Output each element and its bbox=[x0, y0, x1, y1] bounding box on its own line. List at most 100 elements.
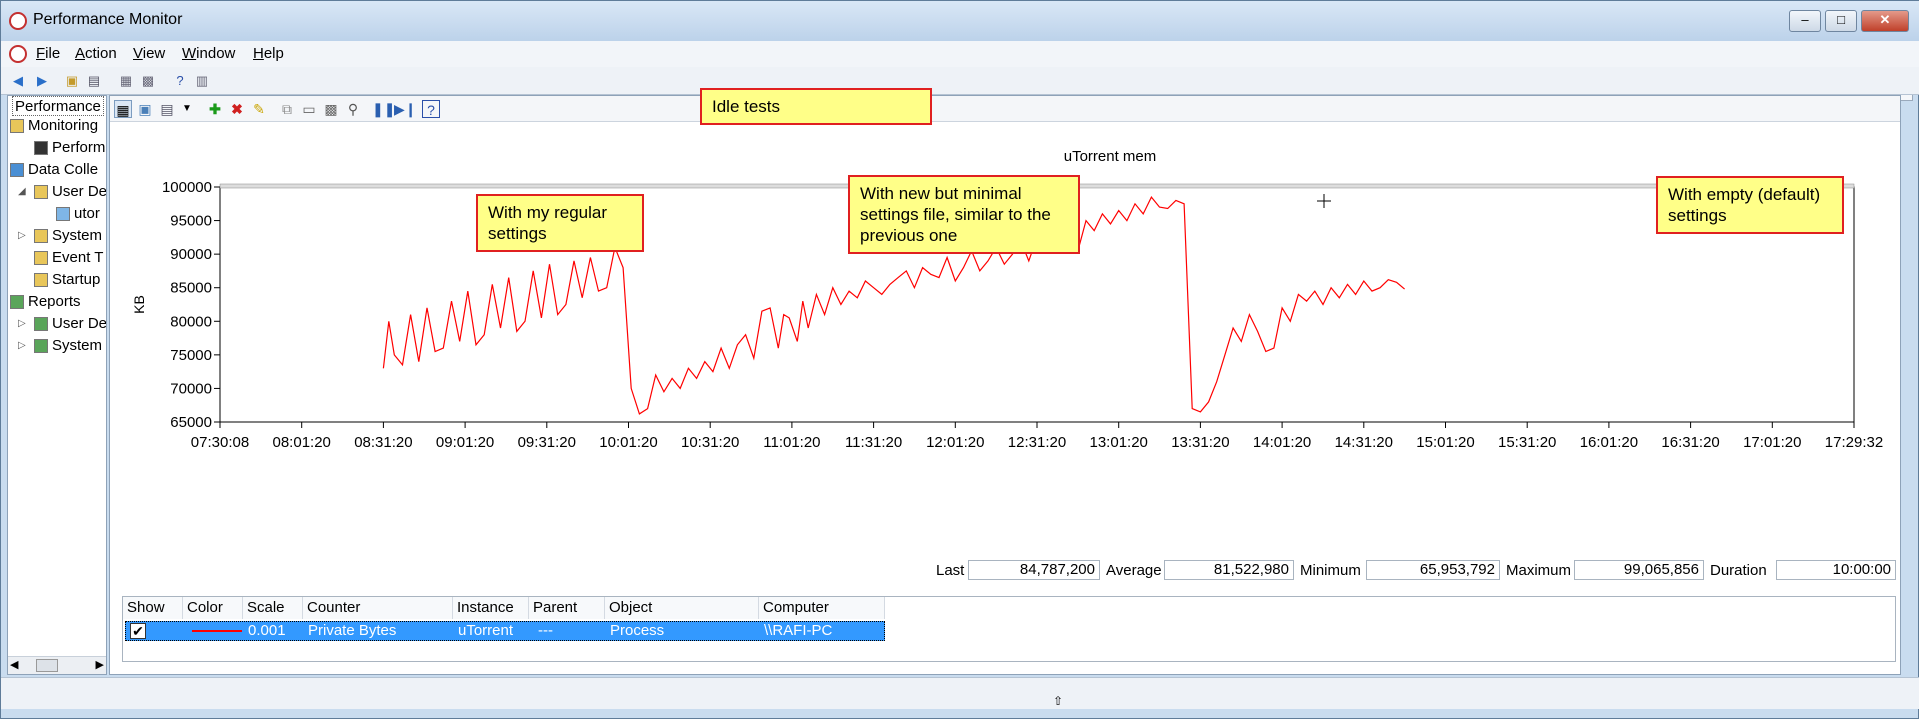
chart-title: uTorrent mem bbox=[1063, 148, 1157, 165]
regular-settings-annotation: With my regular settings bbox=[476, 194, 644, 252]
tree-item-utorrent-set[interactable]: utor bbox=[56, 204, 100, 224]
perfmon-app-icon bbox=[9, 12, 27, 30]
expand-reports-user-defined-icon[interactable]: ▷ bbox=[18, 318, 26, 329]
show-hide-action-pane-icon[interactable]: ▥ bbox=[193, 72, 211, 90]
tree-item-event-trace-sessions[interactable]: Event T bbox=[34, 248, 103, 268]
system-menu-icon[interactable] bbox=[9, 45, 27, 63]
startup-trace-icon bbox=[34, 273, 48, 288]
y-tick-label: 100000 bbox=[162, 179, 212, 196]
legend-header-parent[interactable]: Parent bbox=[529, 597, 605, 619]
stat-last-label: Last bbox=[936, 562, 965, 579]
report-system-icon bbox=[34, 339, 48, 354]
counter-object: Process bbox=[610, 622, 665, 639]
x-tick-label: 14:31:20 bbox=[1335, 434, 1393, 451]
tree-item-performance-monitor[interactable]: Perform bbox=[34, 138, 105, 158]
stat-maximum-value: 99,065,856 bbox=[1574, 560, 1704, 580]
counter-computer: \\RAFI-PC bbox=[764, 622, 833, 639]
x-tick-label: 09:01:20 bbox=[436, 434, 494, 451]
y-tick-label: 90000 bbox=[170, 246, 212, 263]
x-tick-label: 07:30:08 bbox=[191, 434, 249, 451]
collapse-user-defined-icon[interactable]: ◢ bbox=[18, 186, 26, 197]
show-hide-tree-icon[interactable]: ▤ bbox=[85, 72, 103, 90]
tree-item-monitoring-tools[interactable]: Monitoring bbox=[10, 116, 98, 136]
menu-window[interactable]: Window bbox=[182, 45, 235, 62]
menu-help[interactable]: Help bbox=[253, 45, 284, 62]
help-icon[interactable]: ? bbox=[171, 72, 189, 90]
x-tick-label: 15:01:20 bbox=[1416, 434, 1474, 451]
x-tick-label: 10:31:20 bbox=[681, 434, 739, 451]
y-axis-label: KB bbox=[131, 295, 147, 314]
tree-item-startup-event-trace[interactable]: Startup bbox=[34, 270, 100, 290]
stat-duration-label: Duration bbox=[1710, 562, 1767, 579]
counter-name: Private Bytes bbox=[308, 622, 397, 639]
stat-minimum-label: Minimum bbox=[1300, 562, 1361, 579]
forward-arrow-icon[interactable]: ▶ bbox=[33, 72, 51, 90]
navigation-tree: Performance Monitoring Perform Data Coll… bbox=[7, 95, 107, 675]
stat-maximum-label: Maximum bbox=[1506, 562, 1572, 579]
menu-view[interactable]: View bbox=[133, 45, 165, 62]
y-tick-label: 65000 bbox=[170, 414, 212, 431]
legend-header-instance[interactable]: Instance bbox=[453, 597, 529, 619]
legend-header-color[interactable]: Color bbox=[183, 597, 243, 619]
performance-monitor-window: Performance Monitor – □ ✕ File Action Vi… bbox=[0, 0, 1919, 719]
line-chart: 65000 70000 75000 80000 85000 90000 95000 10000… bbox=[131, 179, 1883, 451]
legend-header-show[interactable]: Show bbox=[123, 597, 183, 619]
x-tick-label: 16:31:20 bbox=[1661, 434, 1719, 451]
folder-icon bbox=[10, 119, 24, 134]
legend-header-counter[interactable]: Counter bbox=[303, 597, 453, 619]
resize-grip-icon[interactable]: ⇧ bbox=[1053, 694, 1063, 708]
menu-file[interactable]: File bbox=[36, 45, 60, 62]
idle-tests-annotation: Idle tests bbox=[700, 88, 932, 125]
counter-color-swatch bbox=[192, 630, 242, 632]
tree-item-reports[interactable]: Reports bbox=[10, 292, 81, 312]
y-tick-label: 95000 bbox=[170, 213, 212, 230]
window-title: Performance Monitor bbox=[33, 11, 183, 28]
y-tick-label: 85000 bbox=[170, 280, 212, 297]
scroll-left-icon[interactable]: ◀ bbox=[10, 658, 18, 671]
legend-header-object[interactable]: Object bbox=[605, 597, 759, 619]
legend-header-computer[interactable]: Computer bbox=[759, 597, 885, 619]
counter-scale: 0.001 bbox=[248, 622, 286, 639]
properties-icon[interactable]: ▦ bbox=[117, 72, 135, 90]
x-tick-label: 17:01:20 bbox=[1743, 434, 1801, 451]
expand-system-icon[interactable]: ▷ bbox=[18, 230, 26, 241]
graph-pane: ▦ ▣ ▤ ▼ ✚ ✖ ✎ ⧉ ▭ ▩ ⚲ ❚❚ ▶❙ ? 65000 70000… bbox=[109, 88, 1901, 675]
menu-action[interactable]: Action bbox=[75, 45, 117, 62]
collector-set-icon bbox=[56, 207, 70, 222]
title-bar[interactable]: Performance Monitor – □ ✕ bbox=[1, 1, 1919, 41]
tree-item-reports-user-defined[interactable]: User De bbox=[34, 314, 106, 334]
stat-last-value: 84,787,200 bbox=[968, 560, 1100, 580]
close-button[interactable]: ✕ bbox=[1861, 10, 1909, 32]
main-toolbar: ◀ ▶ ▣ ▤ ▦ ▩ ? ▥ bbox=[1, 67, 1919, 95]
counter-instance: uTorrent bbox=[458, 622, 514, 639]
show-counter-checkbox[interactable]: ✔ bbox=[130, 623, 146, 639]
expand-reports-system-icon[interactable]: ▷ bbox=[18, 340, 26, 351]
stat-minimum-value: 65,953,792 bbox=[1366, 560, 1500, 580]
event-trace-icon bbox=[34, 251, 48, 266]
export-icon[interactable]: ▩ bbox=[139, 72, 157, 90]
tree-item-reports-system[interactable]: System bbox=[34, 336, 102, 356]
minimize-button[interactable]: – bbox=[1789, 10, 1821, 32]
up-folder-icon[interactable]: ▣ bbox=[63, 72, 81, 90]
x-tick-label: 10:01:20 bbox=[599, 434, 657, 451]
legend-header-scale[interactable]: Scale bbox=[243, 597, 303, 619]
tree-item-system[interactable]: System bbox=[34, 226, 102, 246]
x-tick-label: 11:01:20 bbox=[763, 434, 820, 451]
legend-counter-row[interactable]: ✔ 0.001 Private Bytes uTorrent --- Proce… bbox=[125, 621, 885, 641]
counter-parent: --- bbox=[538, 622, 553, 639]
tree-item-performance[interactable]: Performance bbox=[12, 96, 104, 116]
tree-item-data-collector-sets[interactable]: Data Colle bbox=[10, 160, 98, 180]
maximize-button[interactable]: □ bbox=[1825, 10, 1857, 32]
scroll-right-icon[interactable]: ▶ bbox=[96, 658, 104, 671]
tree-horizontal-scrollbar[interactable]: ◀ ▶ bbox=[8, 656, 106, 674]
tree-item-user-defined[interactable]: User De bbox=[34, 182, 106, 202]
back-arrow-icon[interactable]: ◀ bbox=[9, 72, 27, 90]
x-tick-label: 08:01:20 bbox=[273, 434, 331, 451]
perfmon-icon bbox=[34, 141, 48, 156]
user-defined-icon bbox=[34, 185, 48, 200]
data-collector-icon bbox=[10, 163, 24, 178]
scroll-thumb[interactable] bbox=[36, 659, 58, 672]
x-tick-label: 17:29:32 bbox=[1825, 434, 1883, 451]
x-tick-label: 12:01:20 bbox=[926, 434, 984, 451]
x-tick-label: 13:01:20 bbox=[1090, 434, 1148, 451]
